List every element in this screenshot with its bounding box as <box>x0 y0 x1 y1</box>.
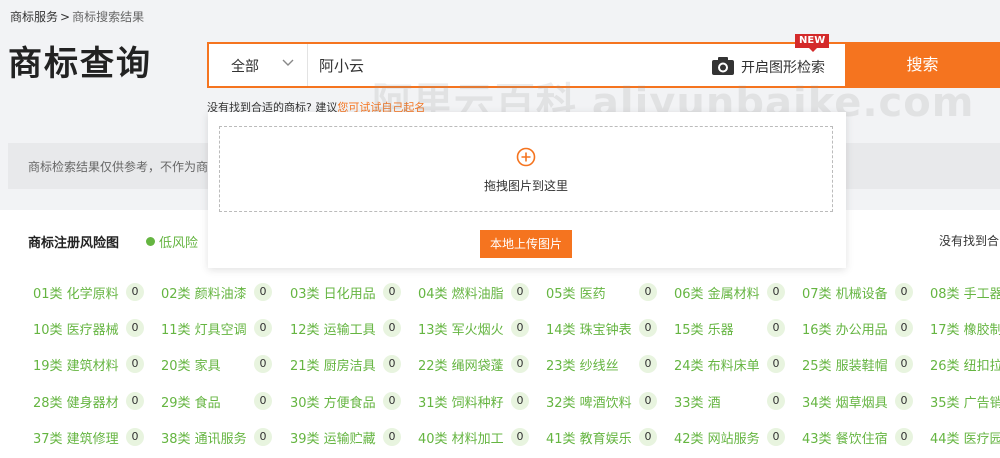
class-count-badge: 0 <box>383 355 401 373</box>
search-scope-label: 全部 <box>231 59 259 75</box>
class-count-badge: 0 <box>511 319 529 337</box>
class-name: 04类 燃料油脂 <box>418 287 504 302</box>
class-count-badge: 0 <box>383 319 401 337</box>
class-name: 25类 服装鞋帽 <box>802 359 888 374</box>
class-count-badge: 0 <box>639 355 657 373</box>
class-name: 10类 医疗器械 <box>33 323 119 338</box>
class-name: 14类 珠宝钟表 <box>546 323 632 338</box>
class-name: 42类 网站服务 <box>674 432 760 447</box>
chevron-down-icon <box>282 59 294 66</box>
class-count-badge: 0 <box>254 319 272 337</box>
class-name: 37类 建筑修理 <box>33 432 119 447</box>
class-name: 24类 布料床单 <box>674 359 760 374</box>
class-name: 19类 建筑材料 <box>33 359 119 374</box>
class-name: 30类 方便食品 <box>290 396 376 411</box>
class-count-badge: 0 <box>511 283 529 301</box>
new-badge: NEW <box>795 34 830 52</box>
class-name: 29类 食品 <box>161 396 221 411</box>
class-count-badge: 0 <box>895 319 913 337</box>
class-count-badge: 0 <box>126 355 144 373</box>
class-count-badge: 0 <box>511 392 529 410</box>
class-name: 40类 材料加工 <box>418 432 504 447</box>
class-name: 34类 烟草烟具 <box>802 396 888 411</box>
risk-chart-title: 商标注册风险图 <box>28 236 120 251</box>
class-count-badge: 0 <box>895 428 913 446</box>
class-name: 22类 绳网袋蓬 <box>418 359 504 374</box>
class-count-badge: 0 <box>895 283 913 301</box>
class-count-badge: 0 <box>767 283 785 301</box>
class-name: 33类 酒 <box>674 396 721 411</box>
class-count-badge: 0 <box>767 428 785 446</box>
class-count-badge: 0 <box>126 319 144 337</box>
class-count-badge: 0 <box>511 428 529 446</box>
risk-level-badge: 低风险 <box>146 232 198 251</box>
risk-dot-icon <box>146 237 155 246</box>
class-count-badge: 0 <box>639 428 657 446</box>
class-name: 41类 教育娱乐 <box>546 432 632 447</box>
class-name: 03类 日化用品 <box>290 287 376 302</box>
class-count-badge: 0 <box>895 355 913 373</box>
risk-level-label: 低风险 <box>159 236 199 251</box>
class-count-badge: 0 <box>383 392 401 410</box>
breadcrumb-root[interactable]: 商标服务 <box>10 10 58 24</box>
breadcrumb-separator: > <box>60 10 71 24</box>
class-name: 31类 饲料种籽 <box>418 396 504 411</box>
class-count-badge: 0 <box>254 428 272 446</box>
class-name: 08类 手工器 <box>930 287 1000 302</box>
not-found-note: 没有找到合 <box>939 234 1000 248</box>
class-count-badge: 0 <box>254 392 272 410</box>
class-count-badge: 0 <box>767 319 785 337</box>
class-name: 06类 金属材料 <box>674 287 760 302</box>
class-name: 39类 运输贮藏 <box>290 432 376 447</box>
class-name: 44类 医疗园 <box>930 432 1000 447</box>
class-name: 38类 通讯服务 <box>161 432 247 447</box>
breadcrumb-current: 商标搜索结果 <box>72 10 145 24</box>
class-name: 32类 啤酒饮料 <box>546 396 632 411</box>
search-scope-select[interactable]: 全部 <box>209 44 308 86</box>
drop-zone-text: 拖拽图片到这里 <box>483 179 568 193</box>
class-count-badge: 0 <box>126 428 144 446</box>
class-name: 23类 纱线丝 <box>546 359 619 374</box>
class-count-badge: 0 <box>639 392 657 410</box>
class-name: 07类 机械设备 <box>802 287 888 302</box>
class-count-badge: 0 <box>254 283 272 301</box>
upload-image-button[interactable]: 本地上传图片 <box>480 230 572 258</box>
class-name: 43类 餐饮住宿 <box>802 432 888 447</box>
class-name: 17类 橡胶制 <box>930 323 1000 338</box>
class-count-badge: 0 <box>126 283 144 301</box>
class-name: 11类 灯具空调 <box>161 323 247 338</box>
class-name: 05类 医药 <box>546 287 606 302</box>
page-title: 商标查询 <box>8 44 152 84</box>
class-count-badge: 0 <box>254 355 272 373</box>
class-name: 21类 厨房洁具 <box>290 359 376 374</box>
class-name: 26类 纽扣拉 <box>930 359 1000 374</box>
image-drop-zone[interactable]: 拖拽图片到这里 <box>219 126 833 212</box>
class-name: 28类 健身器材 <box>33 396 119 411</box>
class-name: 20类 家具 <box>161 359 221 374</box>
class-count-badge: 0 <box>383 283 401 301</box>
notice-text: 商标检索结果仅供参考，不作为商标 <box>28 160 221 174</box>
class-count-badge: 0 <box>639 319 657 337</box>
class-name: 16类 办公用品 <box>802 323 888 338</box>
class-name: 15类 乐器 <box>674 323 734 338</box>
class-count-badge: 0 <box>767 355 785 373</box>
class-name: 35类 广告销 <box>930 396 1000 411</box>
class-name: 02类 颜料油漆 <box>161 287 247 302</box>
image-upload-panel: 拖拽图片到这里 本地上传图片 <box>208 112 846 268</box>
class-name: 12类 运输工具 <box>290 323 376 338</box>
class-name: 13类 军火烟火 <box>418 323 504 338</box>
plus-circle-icon <box>516 147 536 167</box>
class-count-badge: 0 <box>383 428 401 446</box>
class-name: 01类 化学原料 <box>33 287 119 302</box>
class-count-badge: 0 <box>126 392 144 410</box>
class-count-badge: 0 <box>895 392 913 410</box>
class-count-badge: 0 <box>639 283 657 301</box>
class-count-badge: 0 <box>511 355 529 373</box>
class-count-badge: 0 <box>767 392 785 410</box>
breadcrumb: 商标服务 > 商标搜索结果 <box>10 8 144 25</box>
